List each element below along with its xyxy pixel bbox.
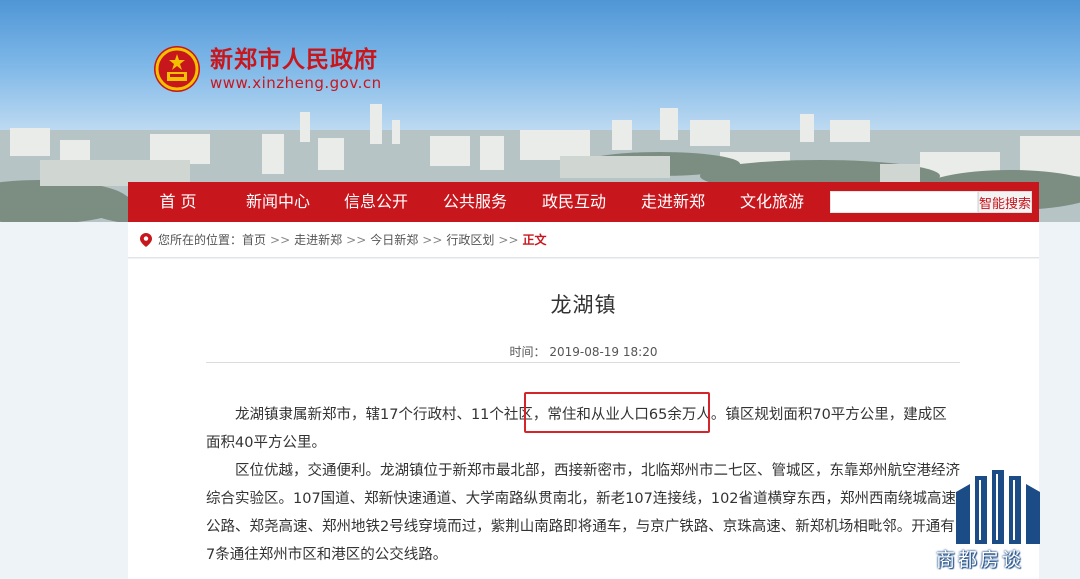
search-button[interactable]: 智能搜索 (978, 191, 1032, 213)
nav-item-home[interactable]: 首 页 (158, 182, 198, 222)
breadcrumb-label: 您所在的位置： (158, 233, 243, 247)
site-logo[interactable]: 新郑市人民政府 www.xinzheng.gov.cn (152, 44, 382, 94)
search-box: 智能搜索 (830, 191, 1032, 213)
breadcrumb-link-home[interactable]: 首页 (242, 231, 266, 248)
nav-item-culture-tourism[interactable]: 文化旅游 (737, 182, 807, 222)
breadcrumb-link-about[interactable]: 走进新郑 (294, 231, 342, 248)
breadcrumb-link-divisions[interactable]: 行政区划 (446, 231, 494, 248)
breadcrumb-separator: >> (270, 232, 291, 247)
highlight-annotation-box (524, 392, 710, 433)
nav-item-public-service[interactable]: 公共服务 (440, 182, 510, 222)
national-emblem-icon (154, 46, 200, 92)
nav-item-news[interactable]: 新闻中心 (243, 182, 313, 222)
nav-item-about-xinzheng[interactable]: 走进新郑 (638, 182, 708, 222)
breadcrumb-separator: >> (346, 232, 367, 247)
watermark-text: 商都房谈 (936, 549, 1025, 571)
article-time: 时间： 2019-08-19 18:20 (509, 345, 658, 359)
article-paragraph: 区位优越，交通便利。龙湖镇位于新郑市最北部，西接新密市，北临郑州市二七区、管城区… (206, 463, 960, 563)
nav-item-interaction[interactable]: 政民互动 (539, 182, 609, 222)
breadcrumb-link-today[interactable]: 今日新郑 (370, 231, 418, 248)
site-url: www.xinzheng.gov.cn (210, 74, 382, 92)
search-input[interactable] (830, 191, 978, 213)
breadcrumb-separator: >> (422, 232, 443, 247)
main-nav: 首 页 新闻中心 信息公开 公共服务 政民互动 走进新郑 文化旅游 智能搜索 (128, 182, 1039, 222)
breadcrumb-current: 正文 (522, 233, 547, 247)
location-pin-icon (140, 232, 152, 247)
breadcrumb: 您所在的位置： 首页 >> 走进新郑 >> 今日新郑 >> 行政区划 >> 正文 (128, 222, 1039, 258)
article-title: 龙湖镇 (550, 293, 617, 317)
site-name: 新郑市人民政府 (210, 47, 378, 73)
nav-item-info-disclosure[interactable]: 信息公开 (341, 182, 411, 222)
breadcrumb-separator: >> (498, 232, 519, 247)
article-divider (206, 362, 960, 363)
article: 龙湖镇 时间： 2019-08-19 18:20 龙湖镇隶属新郑市，辖17个行政… (128, 259, 1039, 579)
